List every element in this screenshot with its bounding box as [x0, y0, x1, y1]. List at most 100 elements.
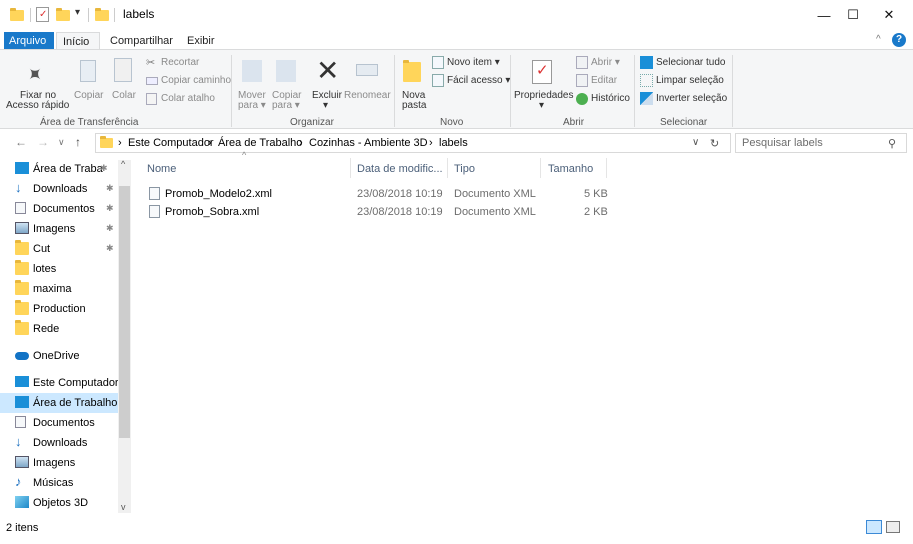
tab-compartilhar[interactable]: Compartilhar — [104, 32, 179, 50]
nav-item-documentos[interactable]: Documentos — [0, 413, 118, 433]
search-box[interactable]: Pesquisar labels ⚲ — [735, 133, 907, 153]
pin-quick-access-button[interactable]: ✦ Fixar no Acesso rápido — [6, 54, 69, 114]
breadcrumb-separator: › — [299, 137, 303, 149]
large-icons-view-icon[interactable] — [886, 521, 900, 533]
nav-item-documentos-quick[interactable]: Documentos ✱ — [0, 199, 118, 219]
details-view-icon[interactable] — [866, 520, 882, 534]
new-folder-quick-icon[interactable] — [56, 8, 70, 21]
copy-to-button[interactable]: Copiar para ▾ — [270, 54, 304, 114]
nav-item-area-de-trabalho-quick[interactable]: Área de Traba ✱ — [0, 159, 118, 179]
desktop-icon — [15, 396, 29, 408]
search-icon: ⚲ — [888, 138, 897, 150]
properties-quick-icon[interactable]: ✓ — [36, 7, 49, 22]
nav-item-musicas[interactable]: ♪ Músicas — [0, 473, 118, 493]
nav-scrollbar-thumb[interactable] — [119, 186, 130, 438]
search-input[interactable]: Pesquisar labels — [742, 137, 823, 149]
delete-dropdown-icon[interactable]: ▾ — [323, 100, 328, 111]
desktop-icon — [15, 162, 29, 174]
nav-item-rede[interactable]: Rede — [0, 319, 118, 339]
nav-item-label: Cut — [33, 243, 51, 255]
nav-item-imagens-quick[interactable]: Imagens ✱ — [0, 219, 118, 239]
group-divider — [634, 55, 635, 127]
easy-access-button[interactable]: Fácil acesso ▾ — [432, 74, 512, 90]
edit-button[interactable]: Editar — [576, 74, 632, 90]
back-arrow-icon[interactable]: ← — [15, 135, 27, 149]
properties-dropdown-icon[interactable]: ▾ — [539, 100, 544, 111]
folder-icon — [15, 300, 29, 315]
column-divider[interactable] — [540, 158, 541, 178]
address-bar[interactable]: › Este Computador › Área de Trabalho › C… — [95, 133, 731, 153]
breadcrumb-este-computador[interactable]: Este Computador — [128, 137, 214, 149]
nav-item-onedrive[interactable]: OneDrive — [0, 346, 118, 366]
copy-button[interactable]: Copiar — [72, 54, 106, 114]
nav-item-downloads-quick[interactable]: ↓ Downloads ✱ — [0, 179, 118, 199]
invert-selection-button[interactable]: Inverter seleção — [640, 92, 730, 108]
nav-item-area-de-trabalho[interactable]: Área de Trabalho — [0, 393, 118, 413]
refresh-icon[interactable]: ↻ — [710, 137, 719, 150]
select-all-button[interactable]: Selecionar tudo — [640, 56, 730, 72]
breadcrumb-cozinhas[interactable]: Cozinhas - Ambiente 3D — [309, 137, 428, 149]
select-none-button[interactable]: Limpar seleção — [640, 74, 730, 90]
pin-icon: ✱ — [100, 163, 108, 173]
nav-item-imagens[interactable]: Imagens — [0, 453, 118, 473]
delete-button[interactable]: ✕ Excluir ▾ — [308, 54, 344, 114]
nav-item-production[interactable]: Production — [0, 299, 118, 319]
nav-item-objetos-3d[interactable]: Objetos 3D — [0, 493, 118, 513]
up-arrow-icon[interactable]: ↑ — [75, 135, 81, 149]
column-header-date[interactable]: Data de modific... — [357, 163, 443, 175]
title-bar: ✓ ▾ labels — ☐ ✕ — [0, 0, 913, 30]
tab-inicio[interactable]: Início — [56, 32, 100, 50]
file-row[interactable]: Promob_Modelo2.xml 23/08/2018 10:19 Docu… — [145, 185, 608, 204]
paste-label: Colar — [112, 90, 136, 101]
close-button[interactable]: ✕ — [866, 0, 912, 30]
computer-icon — [15, 376, 29, 387]
column-divider[interactable] — [606, 158, 607, 178]
nav-item-este-computador[interactable]: Este Computador — [0, 373, 118, 393]
rename-button[interactable]: Renomear — [344, 54, 394, 114]
pin-icon: ✱ — [106, 223, 114, 233]
column-header-name[interactable]: Nome — [147, 163, 176, 175]
breadcrumb-area-de-trabalho[interactable]: Área de Trabalho — [218, 137, 302, 149]
ribbon-tabs: Arquivo Início Compartilhar Exibir ^ ? — [0, 32, 913, 50]
file-row[interactable]: Promob_Sobra.xml 23/08/2018 10:19 Docume… — [145, 203, 608, 222]
move-to-button[interactable]: Mover para ▾ — [236, 54, 270, 114]
file-type: Documento XML — [454, 206, 536, 218]
sort-indicator-icon: ^ — [242, 150, 247, 160]
history-button[interactable]: Histórico — [576, 92, 632, 108]
new-item-button[interactable]: Novo item ▾ — [432, 56, 512, 72]
collapse-ribbon-icon[interactable]: ^ — [876, 34, 881, 45]
quick-access-dropdown-icon[interactable]: ▾ — [75, 7, 80, 18]
open-icon — [576, 56, 588, 69]
scroll-up-icon[interactable]: ^ — [121, 159, 125, 169]
download-icon: ↓ — [15, 180, 22, 195]
new-folder-button[interactable]: Nova pasta — [398, 54, 428, 114]
nav-item-lotes[interactable]: lotes — [0, 259, 118, 279]
address-dropdown-icon[interactable]: ∨ — [692, 137, 699, 148]
cut-button[interactable]: ✂ Recortar — [146, 56, 236, 72]
nav-item-label: maxima — [33, 283, 72, 295]
copy-path-button[interactable]: Copiar caminho — [146, 74, 236, 90]
column-divider[interactable] — [447, 158, 448, 178]
nav-item-cut[interactable]: Cut ✱ — [0, 239, 118, 259]
forward-arrow-icon[interactable]: → — [37, 135, 49, 149]
breadcrumb-labels[interactable]: labels — [439, 137, 468, 149]
nav-item-maxima[interactable]: maxima — [0, 279, 118, 299]
column-header-size[interactable]: Tamanho — [548, 163, 593, 175]
tab-arquivo[interactable]: Arquivo — [4, 32, 54, 50]
paste-button[interactable]: Colar — [108, 54, 138, 114]
properties-button[interactable]: ✓ Propriedades ▾ — [514, 54, 574, 114]
help-icon[interactable]: ? — [892, 33, 906, 47]
open-button[interactable]: Abrir ▾ — [576, 56, 632, 72]
group-divider — [732, 55, 733, 127]
tab-exibir[interactable]: Exibir — [181, 32, 221, 50]
recent-locations-icon[interactable]: ∨ — [58, 137, 65, 148]
paste-shortcut-icon — [146, 93, 157, 105]
file-name: Promob_Modelo2.xml — [165, 188, 272, 200]
folder-icon — [15, 280, 29, 295]
nav-item-downloads[interactable]: ↓ Downloads — [0, 433, 118, 453]
column-header-type[interactable]: Tipo — [454, 163, 475, 175]
ribbon: ✦ Fixar no Acesso rápido Copiar Colar ✂ … — [0, 49, 913, 129]
scroll-down-icon[interactable]: v — [121, 502, 126, 512]
column-divider[interactable] — [350, 158, 351, 178]
paste-shortcut-button[interactable]: Colar atalho — [146, 92, 236, 108]
